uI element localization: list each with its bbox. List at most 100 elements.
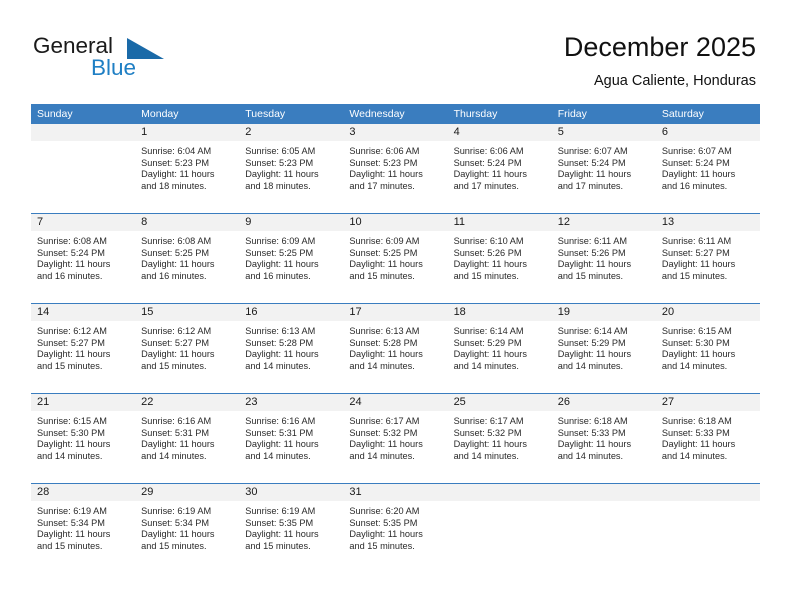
calendar-day-cell[interactable]: 27 Sunrise: 6:18 AM Sunset: 5:33 PM Dayligh… xyxy=(655,394,760,483)
day-detail-line: Daylight: 11 hours xyxy=(557,169,632,180)
calendar-weeks: 1 Sunrise: 6:04 AM Sunset: 5:23 PM Daylight… xyxy=(31,124,760,573)
day-detail-line: Sunrise: 6:09 AM xyxy=(245,236,316,246)
calendar-day-cell[interactable]: 3 Sunrise: 6:06 AM Sunset: 5:23 PM Daylight… xyxy=(343,124,448,213)
day-detail-line: Sunrise: 6:15 AM xyxy=(37,416,107,426)
calendar-day-cell[interactable]: 16 Sunrise: 6:13 AM Sunset: 5:28 PM Dayligh… xyxy=(239,304,344,393)
calendar-day-cell[interactable]: 8 Sunrise: 6:08 AM Sunset: 5:25 PM Daylight… xyxy=(135,214,240,303)
day-detail-line: Sunrise: 6:12 AM xyxy=(37,326,107,336)
day-detail-line: Daylight: 11 hours xyxy=(661,349,736,360)
calendar-day-cell[interactable]: 15 Sunrise: 6:12 AM Sunset: 5:27 PM Dayligh… xyxy=(135,304,240,393)
day-detail-line: Sunrise: 6:14 AM xyxy=(453,326,524,336)
calendar-day-cell[interactable]: 26 Sunrise: 6:18 AM Sunset: 5:33 PM Dayligh… xyxy=(551,394,656,483)
weekday-header-saturday: Saturday xyxy=(661,108,704,120)
calendar-day-cell[interactable]: 30 Sunrise: 6:19 AM Sunset: 5:35 PM Dayligh… xyxy=(239,484,344,573)
day-detail-line: Sunrise: 6:14 AM xyxy=(557,326,628,336)
calendar-day-cell[interactable]: 4 Sunrise: 6:06 AM Sunset: 5:24 PM Daylight… xyxy=(447,124,552,213)
day-detail-line: Daylight: 11 hours xyxy=(141,169,215,180)
calendar-day-cell[interactable]: 19 Sunrise: 6:14 AM Sunset: 5:29 PM Dayligh… xyxy=(551,304,656,393)
day-detail-line: Sunset: 5:29 PM xyxy=(557,337,626,348)
day-detail-line: Sunrise: 6:13 AM xyxy=(349,326,420,336)
day-number: 13 xyxy=(661,216,675,228)
calendar-day-cell-empty xyxy=(655,484,760,573)
day-detail-line: and 14 minutes. xyxy=(349,450,415,461)
calendar-day-cell[interactable]: 11 Sunrise: 6:10 AM Sunset: 5:26 PM Dayligh… xyxy=(447,214,552,303)
day-detail-line: Sunrise: 6:08 AM xyxy=(37,236,107,246)
day-detail-text: Sunrise: 6:06 AM Sunset: 5:23 PM Daylight:… xyxy=(343,142,447,192)
day-detail-line: Sunset: 5:24 PM xyxy=(557,157,626,168)
day-detail-line: Sunset: 5:32 PM xyxy=(453,427,522,438)
day-number: 9 xyxy=(245,216,252,228)
day-detail-text: Sunrise: 6:08 AM Sunset: 5:25 PM Daylight:… xyxy=(135,232,239,282)
day-detail-line: and 15 minutes. xyxy=(37,540,103,551)
day-detail-line: and 15 minutes. xyxy=(453,270,519,281)
calendar-day-cell[interactable]: 2 Sunrise: 6:05 AM Sunset: 5:23 PM Daylight… xyxy=(239,124,344,213)
day-detail-text: Sunrise: 6:08 AM Sunset: 5:24 PM Daylight:… xyxy=(31,232,135,282)
calendar-day-cell[interactable]: 29 Sunrise: 6:19 AM Sunset: 5:34 PM Dayligh… xyxy=(135,484,240,573)
day-detail-line: Daylight: 11 hours xyxy=(453,349,527,360)
day-number: 5 xyxy=(557,126,564,138)
calendar-day-cell[interactable]: 24 Sunrise: 6:17 AM Sunset: 5:32 PM Dayligh… xyxy=(343,394,448,483)
day-number: 24 xyxy=(349,396,362,408)
day-detail-line: Sunset: 5:30 PM xyxy=(661,337,730,348)
day-detail-line: Daylight: 11 hours xyxy=(661,439,736,450)
day-detail-text: Sunrise: 6:07 AM Sunset: 5:24 PM Daylight:… xyxy=(656,142,760,192)
day-number: 10 xyxy=(349,216,362,228)
day-number: 29 xyxy=(141,486,154,498)
calendar-day-cell[interactable]: 5 Sunrise: 6:07 AM Sunset: 5:24 PM Daylight… xyxy=(551,124,656,213)
day-number: 18 xyxy=(453,306,466,318)
day-number: 21 xyxy=(37,396,50,408)
day-detail-line: and 16 minutes. xyxy=(141,270,207,281)
day-detail-text: Sunrise: 6:07 AM Sunset: 5:24 PM Daylight:… xyxy=(552,142,656,192)
day-detail-line: Sunrise: 6:05 AM xyxy=(245,146,316,156)
day-detail-line: Sunset: 5:27 PM xyxy=(37,337,105,348)
day-detail-line: Daylight: 11 hours xyxy=(37,439,111,450)
day-detail-line: and 14 minutes. xyxy=(661,450,728,461)
day-detail-line: Sunset: 5:26 PM xyxy=(557,247,626,258)
calendar-day-cell[interactable]: 18 Sunrise: 6:14 AM Sunset: 5:29 PM Dayligh… xyxy=(447,304,552,393)
calendar-day-cell[interactable]: 7 Sunrise: 6:08 AM Sunset: 5:24 PM Daylight… xyxy=(31,214,136,303)
day-detail-line: Sunrise: 6:19 AM xyxy=(245,506,316,516)
day-detail-line: Daylight: 11 hours xyxy=(349,439,423,450)
calendar-day-cell[interactable]: 25 Sunrise: 6:17 AM Sunset: 5:32 PM Dayligh… xyxy=(447,394,552,483)
weekday-header-sunday: Sunday xyxy=(37,108,73,120)
day-detail-line: Daylight: 11 hours xyxy=(245,439,319,450)
weekday-header-row: Sunday Monday Tuesday Wednesday Thursday Frid… xyxy=(31,104,760,124)
day-number-band xyxy=(343,124,448,142)
calendar-day-cell[interactable]: 21 Sunrise: 6:15 AM Sunset: 5:30 PM Dayligh… xyxy=(31,394,136,483)
calendar-day-cell[interactable]: 17 Sunrise: 6:13 AM Sunset: 5:28 PM Dayligh… xyxy=(343,304,448,393)
day-detail-line: and 18 minutes. xyxy=(141,180,207,191)
calendar-day-cell[interactable]: 13 Sunrise: 6:11 AM Sunset: 5:27 PM Dayligh… xyxy=(655,214,760,303)
day-number-band xyxy=(31,214,136,232)
calendar-day-cell[interactable]: 1 Sunrise: 6:04 AM Sunset: 5:23 PM Daylight… xyxy=(135,124,240,213)
general-blue-logo[interactable]: General Blue xyxy=(33,33,213,85)
calendar-day-cell[interactable]: 28 Sunrise: 6:19 AM Sunset: 5:34 PM Dayligh… xyxy=(31,484,136,573)
calendar-day-cell[interactable]: 31 Sunrise: 6:20 AM Sunset: 5:35 PM Dayligh… xyxy=(343,484,448,573)
calendar-day-cell[interactable]: 14 Sunrise: 6:12 AM Sunset: 5:27 PM Dayligh… xyxy=(31,304,136,393)
day-detail-line: Sunset: 5:28 PM xyxy=(245,337,314,348)
day-number: 26 xyxy=(557,396,570,408)
day-number-band xyxy=(135,124,240,142)
day-number-band xyxy=(447,484,552,502)
day-detail-line: Sunrise: 6:20 AM xyxy=(349,506,420,516)
day-detail-line: Daylight: 11 hours xyxy=(349,349,423,360)
day-detail-line: and 14 minutes. xyxy=(245,360,311,371)
day-number: 16 xyxy=(245,306,258,318)
day-detail-line: and 15 minutes. xyxy=(141,360,207,371)
day-detail-line: and 14 minutes. xyxy=(349,360,415,371)
calendar-day-cell[interactable]: 23 Sunrise: 6:16 AM Sunset: 5:31 PM Dayligh… xyxy=(239,394,344,483)
day-detail-text: Sunrise: 6:18 AM Sunset: 5:33 PM Daylight:… xyxy=(656,412,760,462)
calendar-day-cell[interactable]: 10 Sunrise: 6:09 AM Sunset: 5:25 PM Dayligh… xyxy=(343,214,448,303)
calendar-day-cell[interactable]: 20 Sunrise: 6:15 AM Sunset: 5:30 PM Dayligh… xyxy=(655,304,760,393)
day-detail-line: Sunrise: 6:15 AM xyxy=(661,326,732,336)
day-detail-text: Sunrise: 6:06 AM Sunset: 5:24 PM Daylight:… xyxy=(448,142,552,192)
day-detail-line: Sunrise: 6:13 AM xyxy=(245,326,316,336)
day-detail-line: and 15 minutes. xyxy=(349,270,415,281)
calendar-day-cell[interactable]: 22 Sunrise: 6:16 AM Sunset: 5:31 PM Dayligh… xyxy=(135,394,240,483)
day-detail-line: Sunset: 5:25 PM xyxy=(141,247,210,258)
calendar-day-cell[interactable]: 9 Sunrise: 6:09 AM Sunset: 5:25 PM Daylight… xyxy=(239,214,344,303)
calendar-day-cell[interactable]: 12 Sunrise: 6:11 AM Sunset: 5:26 PM Dayligh… xyxy=(551,214,656,303)
weekday-header-monday: Monday xyxy=(141,108,179,120)
calendar-day-cell[interactable]: 6 Sunrise: 6:07 AM Sunset: 5:24 PM Daylight… xyxy=(655,124,760,213)
day-detail-line: Daylight: 11 hours xyxy=(557,349,632,360)
day-detail-line: Daylight: 11 hours xyxy=(349,259,423,270)
